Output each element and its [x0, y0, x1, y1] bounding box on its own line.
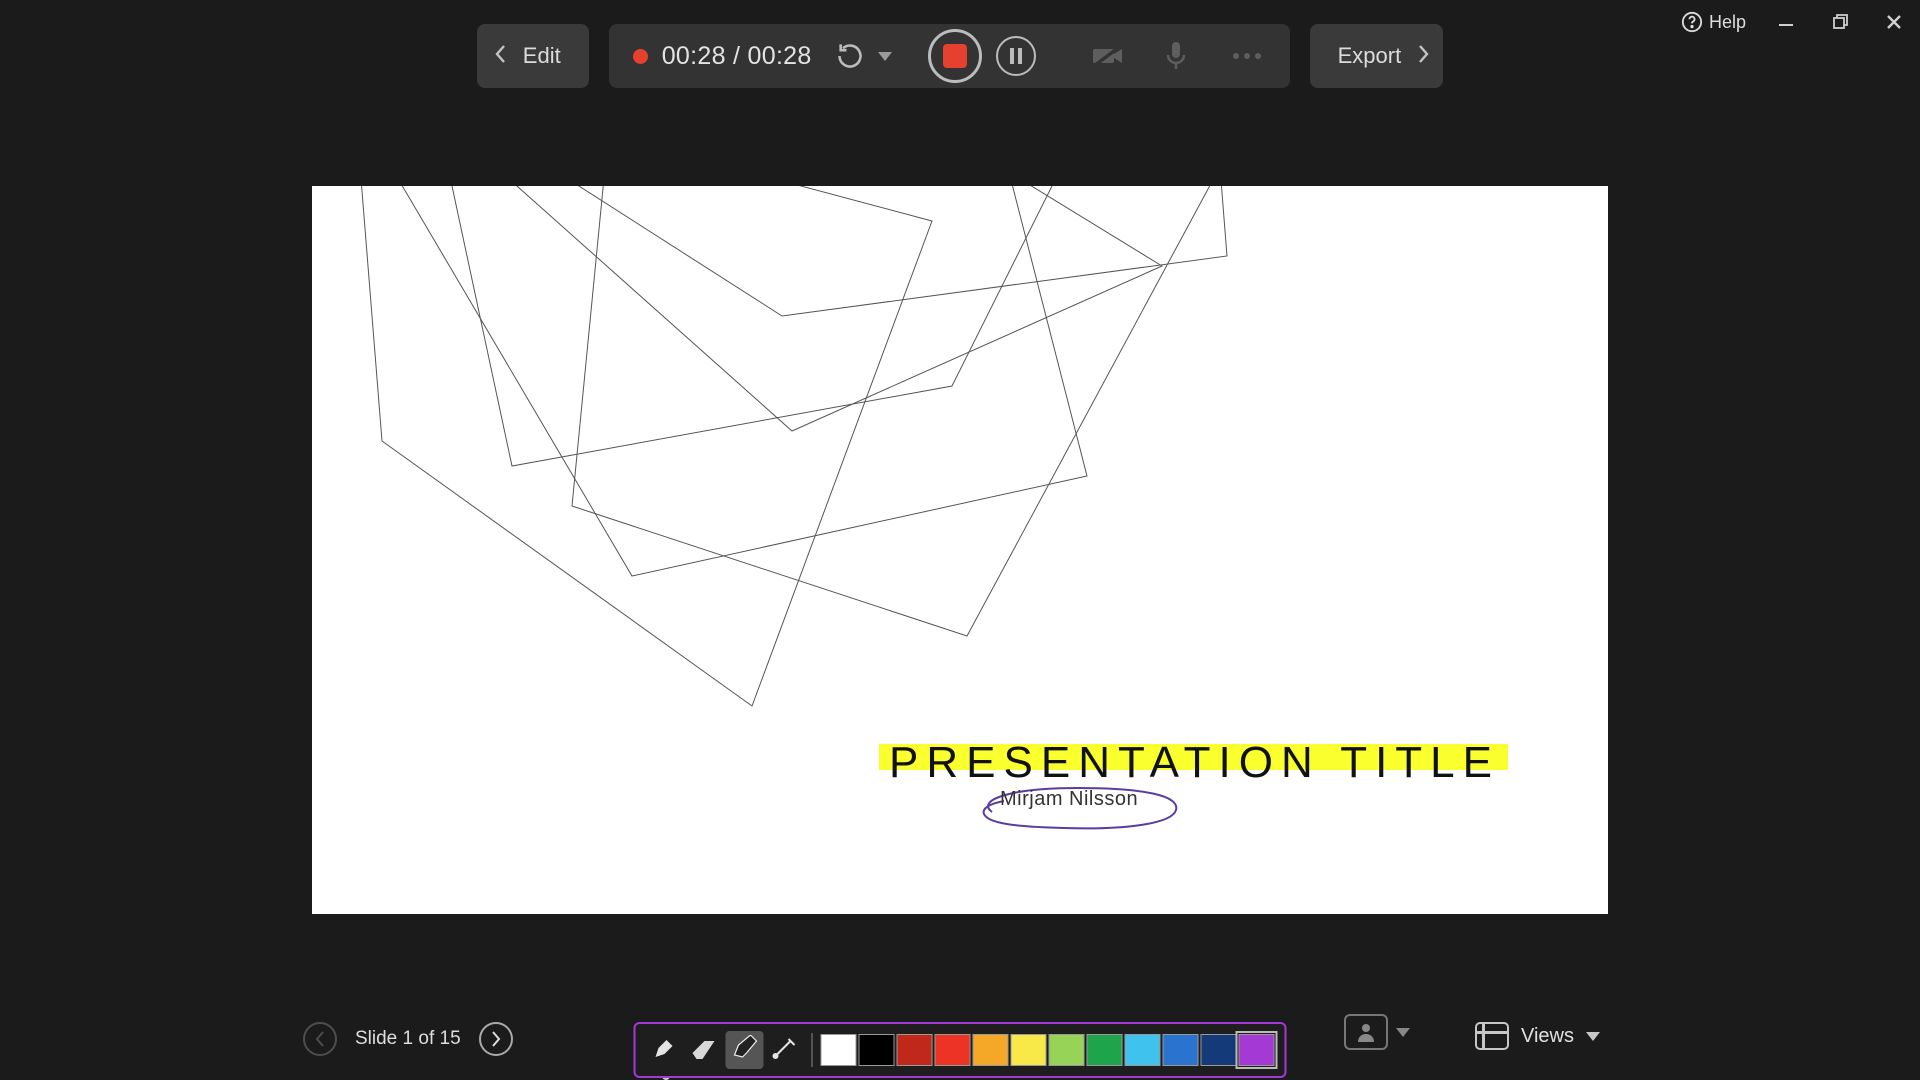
pen-icon — [652, 1035, 678, 1066]
color-swatch-orange[interactable] — [973, 1034, 1009, 1066]
ink-tool-pen[interactable] — [646, 1031, 684, 1069]
color-swatch-light-blue[interactable] — [1125, 1034, 1161, 1066]
chevron-down-icon — [878, 52, 892, 61]
pause-recording-button[interactable] — [996, 36, 1036, 76]
edit-label: Edit — [523, 43, 561, 69]
mic-toggle-button[interactable] — [1164, 41, 1188, 71]
presentation-author: Mirjam Nilsson — [1000, 788, 1138, 810]
ink-toolbar — [634, 1022, 1287, 1078]
color-swatch-white[interactable] — [821, 1034, 857, 1066]
timer-display: 00:28 / 00:28 — [662, 42, 812, 71]
color-swatch-dark-red[interactable] — [897, 1034, 933, 1066]
ellipsis-icon — [1232, 52, 1262, 60]
recording-toolbar: 00:28 / 00:28 — [609, 24, 1290, 88]
color-swatch-blue[interactable] — [1163, 1034, 1199, 1066]
highlighter-icon — [731, 1035, 759, 1066]
views-icon — [1475, 1022, 1509, 1050]
microphone-icon — [1164, 41, 1188, 71]
color-swatch-purple[interactable] — [1239, 1034, 1275, 1066]
ink-tool-laser[interactable] — [766, 1031, 804, 1069]
views-button[interactable]: Views — [1475, 1022, 1600, 1050]
chevron-right-icon — [1417, 43, 1431, 70]
edit-button[interactable]: Edit — [477, 24, 589, 88]
chevron-left-icon — [314, 1030, 326, 1048]
pause-icon — [1009, 47, 1023, 65]
camera-toggle-button[interactable] — [1092, 42, 1126, 70]
stop-recording-button[interactable] — [928, 29, 982, 83]
retake-icon — [836, 42, 864, 70]
previous-slide-button[interactable] — [303, 1022, 337, 1056]
next-slide-button[interactable] — [479, 1022, 513, 1056]
slide-indicator: Slide 1 of 15 — [355, 1028, 461, 1050]
ink-tool-eraser[interactable] — [686, 1031, 724, 1069]
views-label: Views — [1521, 1025, 1574, 1048]
camera-off-icon — [1092, 42, 1126, 70]
chevron-left-icon — [493, 43, 507, 70]
export-button[interactable]: Export — [1310, 24, 1444, 88]
color-swatch-dark-blue[interactable] — [1201, 1034, 1237, 1066]
color-swatch-light-green[interactable] — [1049, 1034, 1085, 1066]
stop-icon — [943, 44, 967, 68]
geometric-decoration — [312, 186, 1608, 914]
color-swatch-yellow[interactable] — [1011, 1034, 1047, 1066]
retake-button[interactable] — [836, 42, 864, 70]
eraser-icon — [691, 1037, 719, 1064]
retake-menu-button[interactable] — [878, 52, 892, 61]
ink-tool-highlighter[interactable] — [726, 1031, 764, 1069]
color-swatch-green[interactable] — [1087, 1034, 1123, 1066]
chevron-down-icon — [1396, 1028, 1410, 1037]
record-indicator-icon — [633, 49, 648, 64]
slide-canvas[interactable]: PRESENTATION TITLE Mirjam Nilsson — [312, 186, 1608, 914]
chevron-down-icon — [1586, 1032, 1600, 1041]
laser-icon — [771, 1035, 799, 1066]
chevron-right-icon — [490, 1030, 502, 1048]
presentation-title: PRESENTATION TITLE — [889, 738, 1500, 788]
color-swatch-black[interactable] — [859, 1034, 895, 1066]
toolbar-divider — [812, 1033, 813, 1067]
person-icon — [1357, 1022, 1375, 1042]
cameo-button[interactable] — [1344, 1014, 1410, 1050]
export-label: Export — [1338, 43, 1402, 69]
more-options-button[interactable] — [1232, 52, 1262, 60]
color-swatch-red[interactable] — [935, 1034, 971, 1066]
